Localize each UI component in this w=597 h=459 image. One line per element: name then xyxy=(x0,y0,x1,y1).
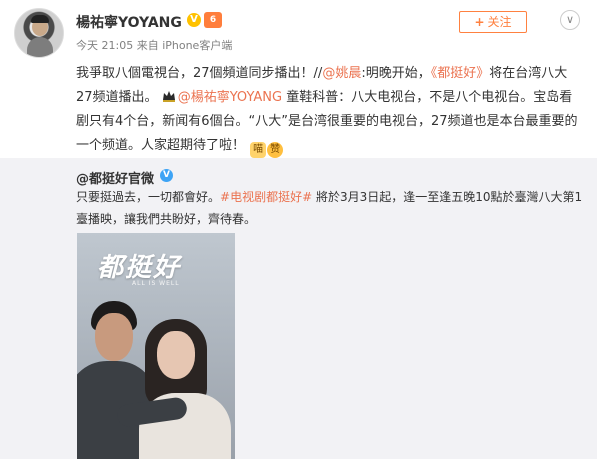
avatar-body xyxy=(27,37,53,57)
chevron-down-icon[interactable]: ∨ xyxy=(560,10,580,30)
mention-link[interactable]: @姚晨 xyxy=(322,66,361,81)
show-title-link[interactable]: 《都挺好》 xyxy=(431,66,490,81)
mention-link[interactable]: @楊祐寧YOYANG xyxy=(178,90,282,105)
post-text-part: 我爭取八個電視台，27個頻道同步播出！// xyxy=(76,66,323,81)
repost-author-link[interactable]: @都挺好官微 xyxy=(76,168,154,187)
crown-icon xyxy=(162,91,175,102)
user-level-badge: 6 xyxy=(204,12,222,28)
post-text-part: :明晚开始， xyxy=(361,66,431,81)
poster-title: 都挺好 xyxy=(97,253,182,283)
cat-emoji-icon: 喵 xyxy=(250,142,267,158)
weibo-post-card: 楊祐寧YOYANG V 6 今天 21:05 来自 iPhone客户端 + 关注 … xyxy=(0,0,597,459)
verified-gold-icon: V xyxy=(187,13,201,27)
poster-figure xyxy=(157,331,195,379)
clap-emoji-icon: 赞 xyxy=(267,142,284,158)
follow-button[interactable]: + 关注 xyxy=(459,11,527,33)
post-body: 我爭取八個電視台，27個頻道同步播出！//@姚晨:明晚开始，《都挺好》将在台湾八… xyxy=(76,62,581,158)
verified-blue-icon: V xyxy=(160,169,173,182)
user-avatar[interactable] xyxy=(14,8,64,58)
follow-label: 关注 xyxy=(487,15,512,29)
repost-body: 只要挺過去，一切都會好。#电视剧都挺好# 將於3月3日起，逢一至逢五晚10點於臺… xyxy=(76,186,586,230)
hashtag-link[interactable]: #电视剧都挺好# xyxy=(220,190,312,204)
drama-poster-image[interactable]: 都挺好 ALL IS WELL xyxy=(77,233,235,459)
poster-subtitle: ALL IS WELL xyxy=(132,280,180,287)
repost-text-part: 只要挺過去，一切都會好。 xyxy=(76,190,221,204)
username-link[interactable]: 楊祐寧YOYANG xyxy=(76,12,182,32)
post-meta: 今天 21:05 来自 iPhone客户端 xyxy=(76,39,233,52)
plus-icon: + xyxy=(474,15,485,29)
avatar-hair xyxy=(31,15,49,23)
poster-figure xyxy=(95,313,133,361)
